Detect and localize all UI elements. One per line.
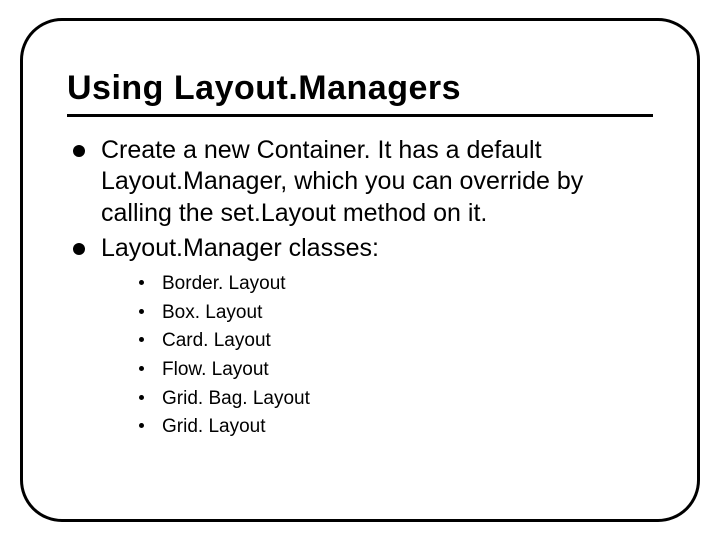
bullet-icon [139, 337, 144, 342]
list-item-text: Grid. Layout [162, 415, 266, 440]
title-underline [67, 114, 653, 117]
list-item-text: Layout.Manager classes: [101, 233, 379, 264]
bullet-icon [139, 423, 144, 428]
bullet-list: Create a new Container. It has a default… [67, 135, 653, 264]
list-item-text: Card. Layout [162, 329, 271, 354]
sub-bullet-list: Border. Layout Box. Layout Card. Layout … [135, 272, 653, 440]
list-item-text: Box. Layout [162, 301, 262, 326]
list-item: Card. Layout [135, 329, 653, 354]
bullet-icon [139, 395, 144, 400]
slide-title: Using Layout.Managers [67, 69, 653, 108]
list-item-text: Flow. Layout [162, 358, 269, 383]
bullet-icon [73, 145, 85, 157]
bullet-icon [139, 309, 144, 314]
bullet-icon [139, 280, 144, 285]
list-item: Flow. Layout [135, 358, 653, 383]
list-item: Create a new Container. It has a default… [67, 135, 653, 229]
list-item-text: Grid. Bag. Layout [162, 387, 310, 412]
list-item: Layout.Manager classes: [67, 233, 653, 264]
list-item-text: Border. Layout [162, 272, 286, 297]
list-item: Grid. Bag. Layout [135, 387, 653, 412]
bullet-icon [73, 243, 85, 255]
list-item: Border. Layout [135, 272, 653, 297]
slide-frame: Using Layout.Managers Create a new Conta… [20, 18, 700, 522]
slide: Using Layout.Managers Create a new Conta… [0, 0, 720, 540]
list-item: Box. Layout [135, 301, 653, 326]
bullet-icon [139, 366, 144, 371]
list-item: Grid. Layout [135, 415, 653, 440]
list-item-text: Create a new Container. It has a default… [101, 135, 653, 229]
